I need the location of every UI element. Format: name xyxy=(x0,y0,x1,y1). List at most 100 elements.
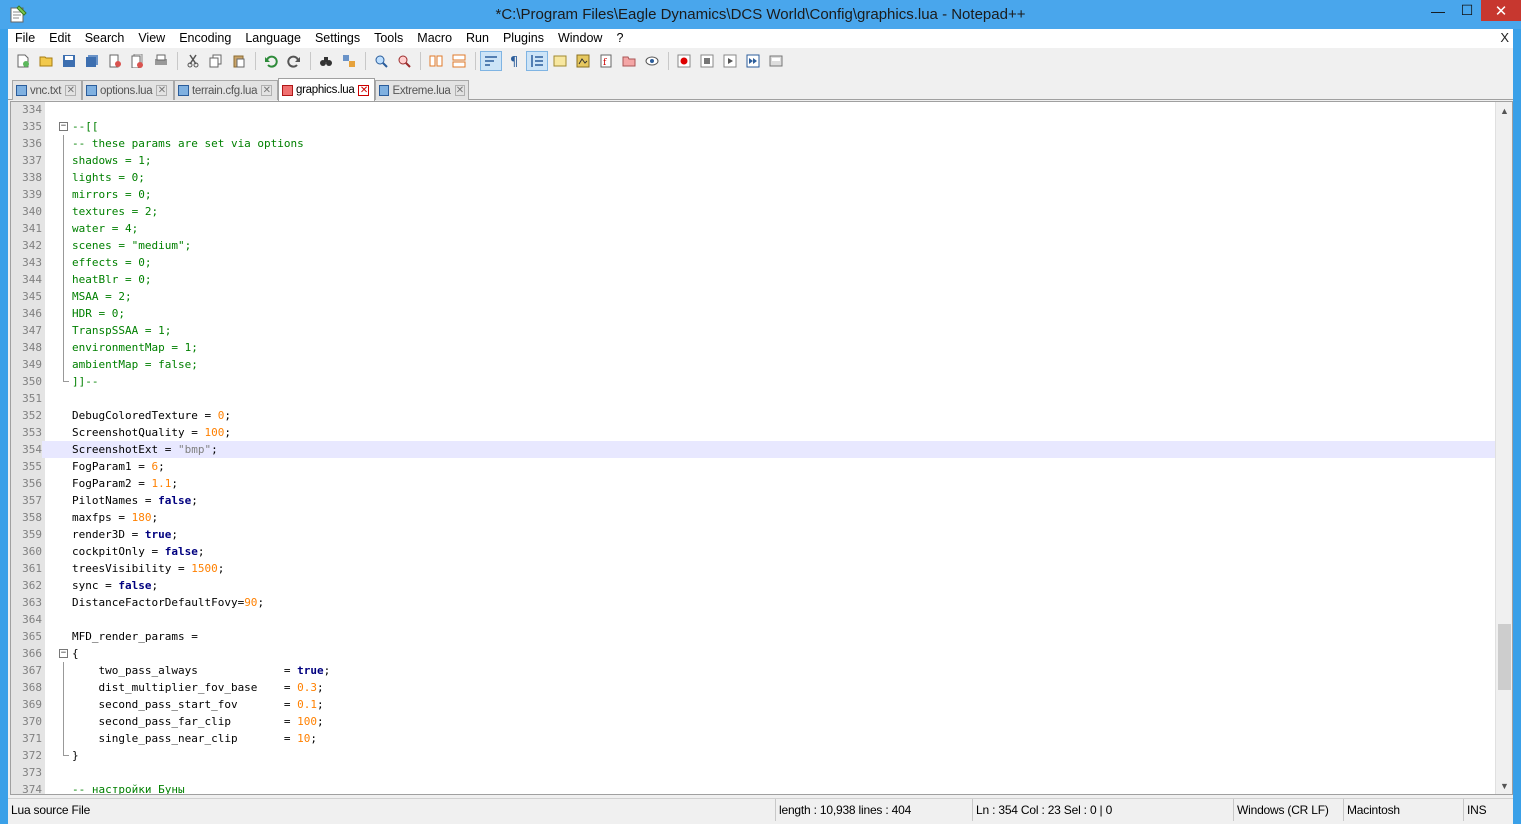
cut-button[interactable] xyxy=(182,51,204,71)
status-encoding[interactable]: Macintosh xyxy=(1344,799,1464,821)
menu-macro[interactable]: Macro xyxy=(410,29,459,48)
code-line[interactable]: 334 xyxy=(11,102,1495,118)
sync-horizontal-button[interactable] xyxy=(448,51,470,71)
code-line[interactable]: 349 ambientMap = false; xyxy=(11,356,1495,373)
code-line[interactable]: 335 − --[[ xyxy=(11,118,1495,135)
save-macro-button[interactable] xyxy=(765,51,787,71)
tab-vnc-txt[interactable]: vnc.txt ✕ xyxy=(12,80,82,100)
folder-workspace-button[interactable] xyxy=(618,51,640,71)
close-window-button[interactable]: ✕ xyxy=(1481,0,1521,21)
code-line[interactable]: 360 cockpitOnly = false; xyxy=(11,543,1495,560)
code-line[interactable]: 371 single_pass_near_clip = 10; xyxy=(11,730,1495,747)
code-line[interactable]: 344 heatBlr = 0; xyxy=(11,271,1495,288)
scroll-thumb[interactable] xyxy=(1498,624,1511,690)
tab-close-icon[interactable]: ✕ xyxy=(454,85,465,96)
code-line[interactable]: 336 -- these params are set via options xyxy=(11,135,1495,152)
open-file-button[interactable] xyxy=(35,51,57,71)
code-line[interactable]: 368 dist_multiplier_fov_base = 0.3; xyxy=(11,679,1495,696)
code-line[interactable]: 365 MFD_render_params = xyxy=(11,628,1495,645)
tab-close-icon[interactable]: ✕ xyxy=(156,85,168,96)
copy-button[interactable] xyxy=(205,51,227,71)
tab-close-icon[interactable]: ✕ xyxy=(65,85,77,96)
function-list-button[interactable]: f xyxy=(595,51,617,71)
close-document-button[interactable]: X xyxy=(1500,30,1509,45)
code-line[interactable]: 359 render3D = true; xyxy=(11,526,1495,543)
menu-file[interactable]: File xyxy=(8,29,42,48)
code-line[interactable]: 366 −{ xyxy=(11,645,1495,662)
code-line[interactable]: 358 maxfps = 180; xyxy=(11,509,1495,526)
vertical-scrollbar[interactable]: ▲ ▼ xyxy=(1495,102,1512,794)
code-line[interactable]: 343 effects = 0; xyxy=(11,254,1495,271)
code-line[interactable]: 342 scenes = "medium"; xyxy=(11,237,1495,254)
show-all-chars-button[interactable]: ¶ xyxy=(503,51,525,71)
code-line[interactable]: 350]]-- xyxy=(11,373,1495,390)
title-bar[interactable]: *C:\Program Files\Eagle Dynamics\DCS Wor… xyxy=(0,0,1521,29)
code-line[interactable]: 355 FogParam1 = 6; xyxy=(11,458,1495,475)
code-line[interactable]: 372} xyxy=(11,747,1495,764)
replace-button[interactable] xyxy=(338,51,360,71)
scroll-down-button[interactable]: ▼ xyxy=(1496,777,1512,794)
find-button[interactable] xyxy=(315,51,337,71)
code-line[interactable]: 341 water = 4; xyxy=(11,220,1495,237)
menu-language[interactable]: Language xyxy=(238,29,308,48)
menu-tools[interactable]: Tools xyxy=(367,29,410,48)
new-file-button[interactable] xyxy=(12,51,34,71)
code-line[interactable]: 347 TranspSSAA = 1; xyxy=(11,322,1495,339)
fold-toggle-icon[interactable]: − xyxy=(59,122,68,131)
zoom-in-button[interactable] xyxy=(370,51,392,71)
code-line[interactable]: 364 xyxy=(11,611,1495,628)
menu-view[interactable]: View xyxy=(131,29,172,48)
code-line[interactable]: 346 HDR = 0; xyxy=(11,305,1495,322)
close-button[interactable] xyxy=(104,51,126,71)
user-language-button[interactable] xyxy=(549,51,571,71)
code-line[interactable]: 337 shadows = 1; xyxy=(11,152,1495,169)
status-eol[interactable]: Windows (CR LF) xyxy=(1234,799,1344,821)
scroll-up-button[interactable]: ▲ xyxy=(1496,102,1512,119)
menu-help[interactable]: ? xyxy=(609,29,630,48)
run-macro-multiple-button[interactable] xyxy=(742,51,764,71)
code-line[interactable]: 363 DistanceFactorDefaultFovy=90; xyxy=(11,594,1495,611)
undo-button[interactable] xyxy=(260,51,282,71)
menu-search[interactable]: Search xyxy=(78,29,132,48)
paste-button[interactable] xyxy=(228,51,250,71)
code-line[interactable]: 369 second_pass_start_fov = 0.1; xyxy=(11,696,1495,713)
code-line[interactable]: 367 two_pass_always = true; xyxy=(11,662,1495,679)
stop-recording-button[interactable] xyxy=(696,51,718,71)
code-line[interactable]: 374 -- настройки Буны xyxy=(11,781,1495,794)
menu-settings[interactable]: Settings xyxy=(308,29,367,48)
menu-run[interactable]: Run xyxy=(459,29,496,48)
code-line[interactable]: 351 xyxy=(11,390,1495,407)
code-line[interactable]: 340 textures = 2; xyxy=(11,203,1495,220)
save-button[interactable] xyxy=(58,51,80,71)
sync-vertical-button[interactable] xyxy=(425,51,447,71)
close-all-button[interactable] xyxy=(127,51,149,71)
code-line[interactable]: 353 ScreenshotQuality = 100; xyxy=(11,424,1495,441)
menu-edit[interactable]: Edit xyxy=(42,29,78,48)
code-line[interactable]: 357 PilotNames = false; xyxy=(11,492,1495,509)
maximize-button[interactable]: ☐ xyxy=(1453,0,1481,21)
monitoring-button[interactable] xyxy=(641,51,663,71)
code-line[interactable]: 339 mirrors = 0; xyxy=(11,186,1495,203)
code-line[interactable]: 356 FogParam2 = 1.1; xyxy=(11,475,1495,492)
print-button[interactable] xyxy=(150,51,172,71)
zoom-out-button[interactable] xyxy=(393,51,415,71)
indent-guide-button[interactable] xyxy=(526,51,548,71)
tab-close-icon[interactable]: ✕ xyxy=(261,85,273,96)
code-line[interactable]: 362 sync = false; xyxy=(11,577,1495,594)
code-line[interactable]: 352 DebugColoredTexture = 0; xyxy=(11,407,1495,424)
menu-plugins[interactable]: Plugins xyxy=(496,29,551,48)
tab-close-icon[interactable]: ✕ xyxy=(358,84,370,96)
word-wrap-button[interactable] xyxy=(480,51,502,71)
document-map-button[interactable] xyxy=(572,51,594,71)
save-all-button[interactable] xyxy=(81,51,103,71)
code-editor[interactable]: 334 335− --[[336 -- these params are set vi… xyxy=(10,101,1513,795)
play-macro-button[interactable] xyxy=(719,51,741,71)
code-line[interactable]: 354 ScreenshotExt = "bmp"; xyxy=(11,441,1495,458)
record-macro-button[interactable] xyxy=(673,51,695,71)
tab-extreme-lua[interactable]: Extreme.lua ✕ xyxy=(375,80,469,100)
code-line[interactable]: 361 treesVisibility = 1500; xyxy=(11,560,1495,577)
code-line[interactable]: 373 xyxy=(11,764,1495,781)
menu-window[interactable]: Window xyxy=(551,29,609,48)
fold-toggle-icon[interactable]: − xyxy=(59,649,68,658)
tab-terrain-cfg-lua[interactable]: terrain.cfg.lua ✕ xyxy=(174,80,278,100)
